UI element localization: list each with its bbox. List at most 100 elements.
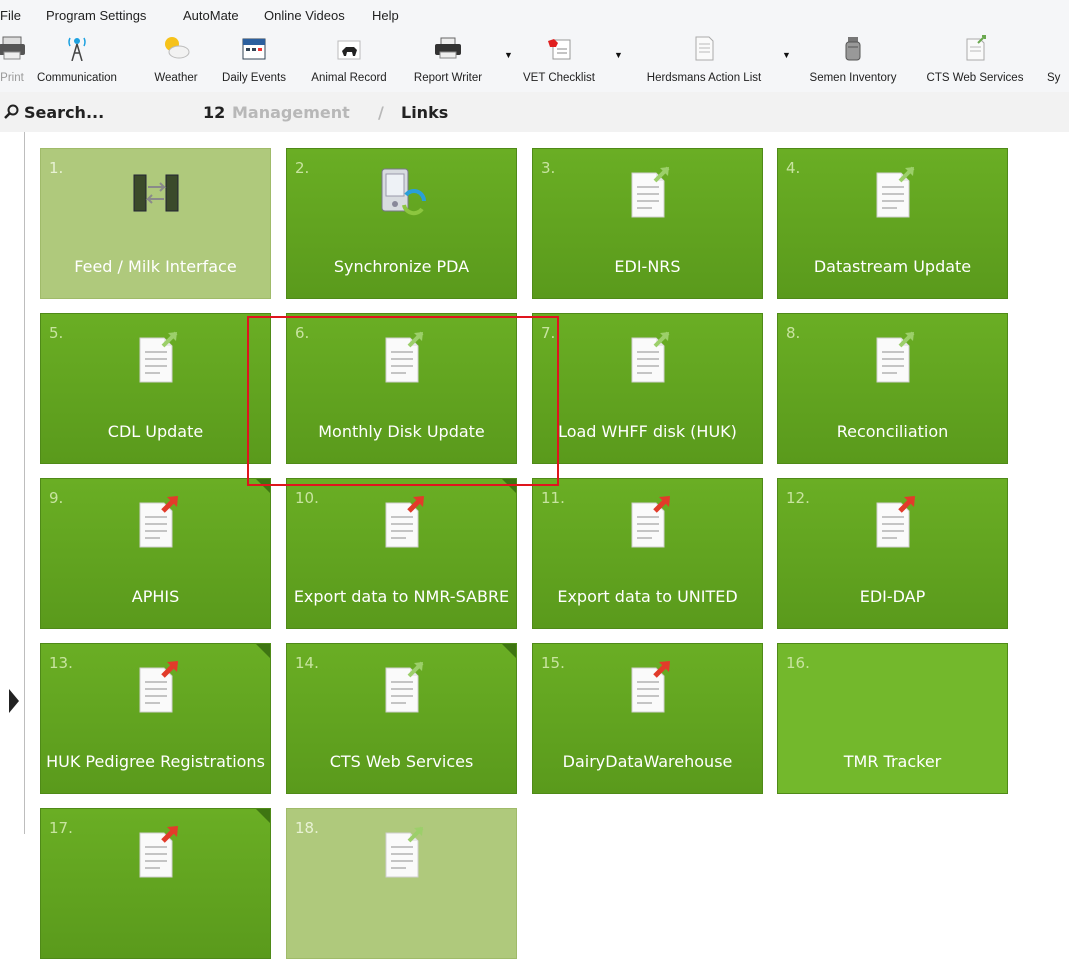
search-input[interactable]: Search...	[24, 103, 104, 122]
link-tile[interactable]: 17.	[40, 808, 271, 959]
tile-label: Load WHFF disk (HUK)	[558, 422, 737, 441]
link-tile[interactable]: 18.	[286, 808, 517, 959]
toolbar-communication-button[interactable]: Communication	[14, 30, 140, 92]
tile-corner-marker	[256, 479, 270, 493]
tile-label: Synchronize PDA	[333, 257, 470, 276]
link-tile[interactable]: 13. HUK Pedigree Registrations	[40, 643, 271, 794]
document-icon	[695, 36, 714, 61]
link-tile[interactable]: 15. DairyDataWarehouse	[532, 643, 763, 794]
link-tile[interactable]: 6. Monthly Disk Update	[286, 313, 517, 464]
breadcrumb-section[interactable]: Management	[232, 103, 350, 122]
tile-number: 16.	[786, 654, 810, 672]
breadcrumb-page: Links	[401, 103, 449, 122]
tile-number: 17.	[49, 819, 73, 837]
tile-number: 3.	[541, 159, 556, 177]
link-tile[interactable]: 2. Synchronize PDA	[286, 148, 517, 299]
menu-help[interactable]: Help	[372, 8, 399, 23]
link-tile[interactable]: 3. EDI-NRS	[532, 148, 763, 299]
tile-number: 12.	[786, 489, 810, 507]
toolbar-daily-events-label: Daily Events	[222, 72, 286, 84]
link-tile[interactable]: 4. Datastream Update	[777, 148, 1008, 299]
breadcrumb-number: 12	[203, 103, 226, 122]
link-tile[interactable]: 16. TMR Tracker	[777, 643, 1008, 794]
document-icon	[376, 660, 428, 714]
toolbar: Print Communication Weather Daily Events…	[0, 30, 1069, 92]
toolbar-vet-checklist-label: VET Checklist	[522, 72, 595, 84]
toolbar-herdsmans-action-list-button[interactable]: Herdsmans Action List	[624, 30, 784, 92]
toolbar-sync-button[interactable]: Sy	[1044, 30, 1069, 92]
tile-label: APHIS	[131, 587, 180, 606]
toolbar-herdsmans-action-list-label: Herdsmans Action List	[646, 72, 762, 84]
link-tile[interactable]: 10. Export data to NMR-SABRE	[286, 478, 517, 629]
tile-number: 1.	[49, 159, 64, 177]
tile-number: 2.	[295, 159, 310, 177]
document-icon	[376, 330, 428, 384]
tile-number: 7.	[541, 324, 556, 342]
tile-label: EDI-DAP	[859, 587, 926, 606]
calendar-icon	[242, 38, 266, 60]
expand-panel-arrow-icon[interactable]	[9, 689, 19, 713]
toolbar-report-writer-button[interactable]: Report Writer	[402, 30, 494, 92]
cow-icon	[337, 40, 361, 60]
toolbar-weather-button[interactable]: Weather	[141, 30, 211, 92]
menu-bar: File Program Settings AutoMate Online Vi…	[0, 0, 1069, 30]
menu-automate[interactable]: AutoMate	[183, 8, 239, 23]
tile-corner-marker	[256, 809, 270, 823]
link-tile[interactable]: 12. EDI-DAP	[777, 478, 1008, 629]
breadcrumb-separator: /	[378, 103, 384, 122]
toolbar-animal-record-label: Animal Record	[311, 72, 387, 84]
tile-number: 14.	[295, 654, 319, 672]
toolbar-animal-record-button[interactable]: Animal Record	[298, 30, 400, 92]
export-document-icon	[130, 495, 182, 549]
toolbar-daily-events-button[interactable]: Daily Events	[212, 30, 296, 92]
toolbar-cts-web-services-label: CTS Web Services	[926, 72, 1024, 84]
canister-icon	[845, 37, 861, 61]
panel-divider	[24, 132, 25, 834]
tile-label: CDL Update	[107, 422, 204, 441]
export-document-icon	[622, 495, 674, 549]
menu-online-videos[interactable]: Online Videos	[264, 8, 345, 23]
tile-number: 5.	[49, 324, 64, 342]
link-tile[interactable]: 7. Load WHFF disk (HUK)	[532, 313, 763, 464]
weather-icon	[165, 37, 190, 59]
report-writer-dropdown-icon[interactable]: ▼	[504, 50, 513, 60]
toolbar-vet-checklist-button[interactable]: VET Checklist	[514, 30, 604, 92]
toolbar-cts-web-services-button[interactable]: CTS Web Services	[913, 30, 1037, 92]
printer-icon	[435, 37, 461, 59]
tile-number: 8.	[786, 324, 801, 342]
tile-label: CTS Web Services	[329, 752, 474, 771]
link-tile[interactable]: 11. Export data to UNITED	[532, 478, 763, 629]
toolbar-report-writer-label: Report Writer	[413, 72, 483, 84]
breadcrumb-bar: Search... 12 Management / Links	[0, 92, 1069, 132]
tile-number: 13.	[49, 654, 73, 672]
tile-number: 9.	[49, 489, 64, 507]
link-tile[interactable]: 14. CTS Web Services	[286, 643, 517, 794]
toolbar-semen-inventory-label: Semen Inventory	[809, 72, 897, 84]
document-icon	[622, 330, 674, 384]
tile-number: 6.	[295, 324, 310, 342]
document-icon	[130, 330, 182, 384]
search-icon[interactable]	[4, 104, 20, 120]
herdsmans-action-list-dropdown-icon[interactable]: ▼	[782, 50, 791, 60]
tile-label: Reconciliation	[836, 422, 949, 441]
tile-label: EDI-NRS	[614, 257, 681, 276]
link-tile[interactable]: 8. Reconciliation	[777, 313, 1008, 464]
tile-label: TMR Tracker	[843, 752, 942, 771]
toolbar-semen-inventory-button[interactable]: Semen Inventory	[794, 30, 912, 92]
tile-corner-marker	[502, 644, 516, 658]
tile-label: Feed / Milk Interface	[74, 257, 237, 276]
vet-checklist-dropdown-icon[interactable]: ▼	[614, 50, 623, 60]
link-tile[interactable]: 9. APHIS	[40, 478, 271, 629]
document-icon	[867, 165, 919, 219]
link-tile[interactable]: 5. CDL Update	[40, 313, 271, 464]
menu-file[interactable]: File	[0, 8, 21, 23]
menu-program-settings[interactable]: Program Settings	[46, 8, 146, 23]
tile-label: Export data to UNITED	[557, 587, 738, 606]
tile-label: Export data to NMR-SABRE	[293, 587, 510, 606]
feed-milk-interface-icon	[130, 165, 182, 219]
links-panel: 1. Feed / Milk Interface 2. Synchronize PDA…	[0, 132, 1069, 959]
tile-label: HUK Pedigree Registrations	[46, 752, 265, 771]
link-tile[interactable]: 1. Feed / Milk Interface	[40, 148, 271, 299]
tile-number: 4.	[786, 159, 801, 177]
tile-number: 18.	[295, 819, 319, 837]
